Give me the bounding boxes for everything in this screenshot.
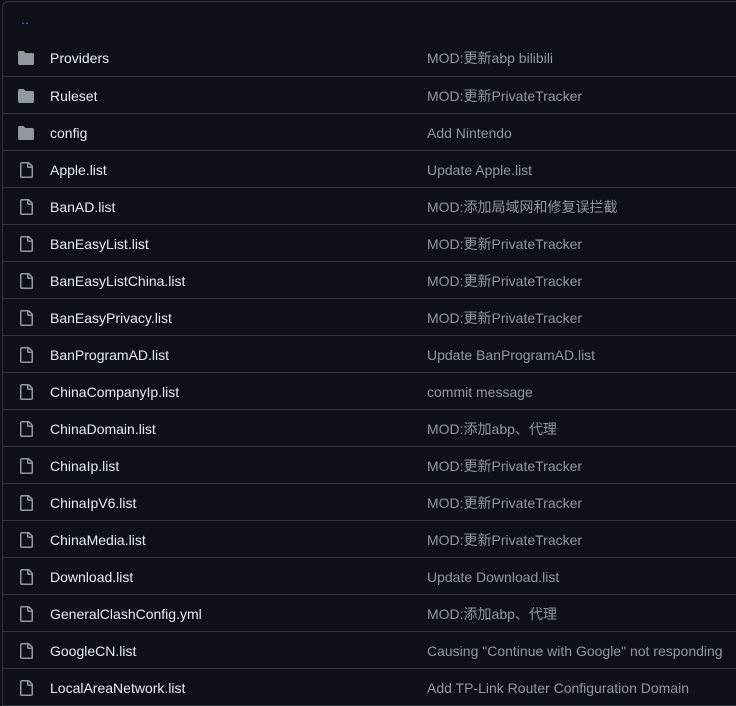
folder-icon — [17, 88, 35, 104]
file-name-link[interactable]: BanEasyListChina.list — [50, 272, 185, 290]
file-name-link[interactable]: BanEasyList.list — [50, 235, 149, 253]
directory-row[interactable]: config Add Nintendo — [3, 113, 736, 150]
commit-message-link[interactable]: Update Apple.list — [427, 161, 532, 179]
commit-message-link[interactable]: commit message — [427, 383, 533, 401]
file-row[interactable]: ChinaCompanyIp.list commit message — [3, 372, 736, 409]
commit-message-link[interactable]: MOD:添加局域网和修复误拦截 — [427, 198, 618, 216]
file-row[interactable]: LocalAreaNetwork.list Add TP-Link Router … — [3, 668, 736, 705]
file-name-link[interactable]: Apple.list — [50, 161, 107, 179]
commit-message-link[interactable]: MOD:添加abp、代理 — [427, 605, 557, 623]
file-row[interactable]: ChinaIpV6.list MOD:更新PrivateTracker — [3, 483, 736, 520]
file-row[interactable]: GoogleCN.list Causing "Continue with Goog… — [3, 631, 736, 668]
directory-name-link[interactable]: Ruleset — [50, 87, 97, 105]
file-icon — [17, 310, 35, 326]
file-icon — [17, 347, 35, 363]
file-name-link[interactable]: LocalAreaNetwork.list — [50, 679, 185, 697]
file-row[interactable]: ChinaIp.list MOD:更新PrivateTracker — [3, 446, 736, 483]
file-row[interactable]: BanProgramAD.list Update BanProgramAD.lis… — [3, 335, 736, 372]
file-name-link[interactable]: ChinaMedia.list — [50, 531, 146, 549]
folder-icon — [17, 125, 35, 141]
file-name-link[interactable]: ChinaCompanyIp.list — [50, 383, 179, 401]
folder-icon — [17, 50, 35, 66]
file-icon — [17, 569, 35, 585]
file-icon — [17, 162, 35, 178]
file-name-link[interactable]: BanAD.list — [50, 198, 115, 216]
file-icon — [17, 458, 35, 474]
commit-message-link[interactable]: Update Download.list — [427, 568, 559, 586]
file-name-link[interactable]: ChinaIpV6.list — [50, 494, 136, 512]
file-row[interactable]: BanEasyPrivacy.list MOD:更新PrivateTracker — [3, 298, 736, 335]
file-icon — [17, 643, 35, 659]
commit-message-link[interactable]: MOD:更新abp bilibili — [427, 49, 553, 67]
commit-message-link[interactable]: MOD:更新PrivateTracker — [427, 457, 582, 475]
parent-directory-link[interactable]: .. — [21, 10, 29, 28]
file-name-link[interactable]: Download.list — [50, 568, 133, 586]
file-row[interactable]: ChinaDomain.list MOD:添加abp、代理 — [3, 409, 736, 446]
commit-message-link[interactable]: MOD:更新PrivateTracker — [427, 87, 582, 105]
file-icon — [17, 421, 35, 437]
file-name-link[interactable]: GeneralClashConfig.yml — [50, 605, 202, 623]
file-row[interactable]: BanEasyList.list MOD:更新PrivateTracker — [3, 224, 736, 261]
file-list-table: .. Providers MOD:更新abp bilibili Ruleset MOD… — [2, 1, 736, 706]
file-icon — [17, 273, 35, 289]
file-icon — [17, 606, 35, 622]
commit-message-link[interactable]: Update BanProgramAD.list — [427, 346, 595, 364]
file-name-link[interactable]: BanProgramAD.list — [50, 346, 169, 364]
file-icon — [17, 532, 35, 548]
directory-name-link[interactable]: config — [50, 124, 87, 142]
parent-directory-row[interactable]: .. — [3, 2, 736, 39]
commit-message-link[interactable]: MOD:更新PrivateTracker — [427, 494, 582, 512]
directory-name-link[interactable]: Providers — [50, 49, 109, 67]
file-icon — [17, 199, 35, 215]
file-row[interactable]: ChinaMedia.list MOD:更新PrivateTracker — [3, 520, 736, 557]
file-row[interactable]: BanEasyListChina.list MOD:更新PrivateTracke… — [3, 261, 736, 298]
file-icon — [17, 495, 35, 511]
file-name-link[interactable]: GoogleCN.list — [50, 642, 136, 660]
commit-message-link[interactable]: Add TP-Link Router Configuration Domain — [427, 679, 689, 697]
commit-message-link[interactable]: MOD:更新PrivateTracker — [427, 531, 582, 549]
file-row[interactable]: Apple.list Update Apple.list — [3, 150, 736, 187]
commit-message-link[interactable]: MOD:更新PrivateTracker — [427, 309, 582, 327]
directory-row[interactable]: Ruleset MOD:更新PrivateTracker — [3, 76, 736, 113]
file-name-link[interactable]: ChinaIp.list — [50, 457, 119, 475]
commit-message-link[interactable]: MOD:更新PrivateTracker — [427, 272, 582, 290]
file-row[interactable]: GeneralClashConfig.yml MOD:添加abp、代理 — [3, 594, 736, 631]
file-icon — [17, 384, 35, 400]
commit-message-link[interactable]: Add Nintendo — [427, 124, 512, 142]
commit-message-link[interactable]: MOD:添加abp、代理 — [427, 420, 557, 438]
file-name-link[interactable]: ChinaDomain.list — [50, 420, 156, 438]
commit-message-link[interactable]: MOD:更新PrivateTracker — [427, 235, 582, 253]
file-name-link[interactable]: BanEasyPrivacy.list — [50, 309, 172, 327]
file-icon — [17, 680, 35, 696]
commit-message-link[interactable]: Causing "Continue with Google" not respo… — [427, 642, 723, 660]
file-icon — [17, 236, 35, 252]
directory-row[interactable]: Providers MOD:更新abp bilibili — [3, 39, 736, 76]
file-row[interactable]: BanAD.list MOD:添加局域网和修复误拦截 — [3, 187, 736, 224]
file-row[interactable]: Download.list Update Download.list — [3, 557, 736, 594]
